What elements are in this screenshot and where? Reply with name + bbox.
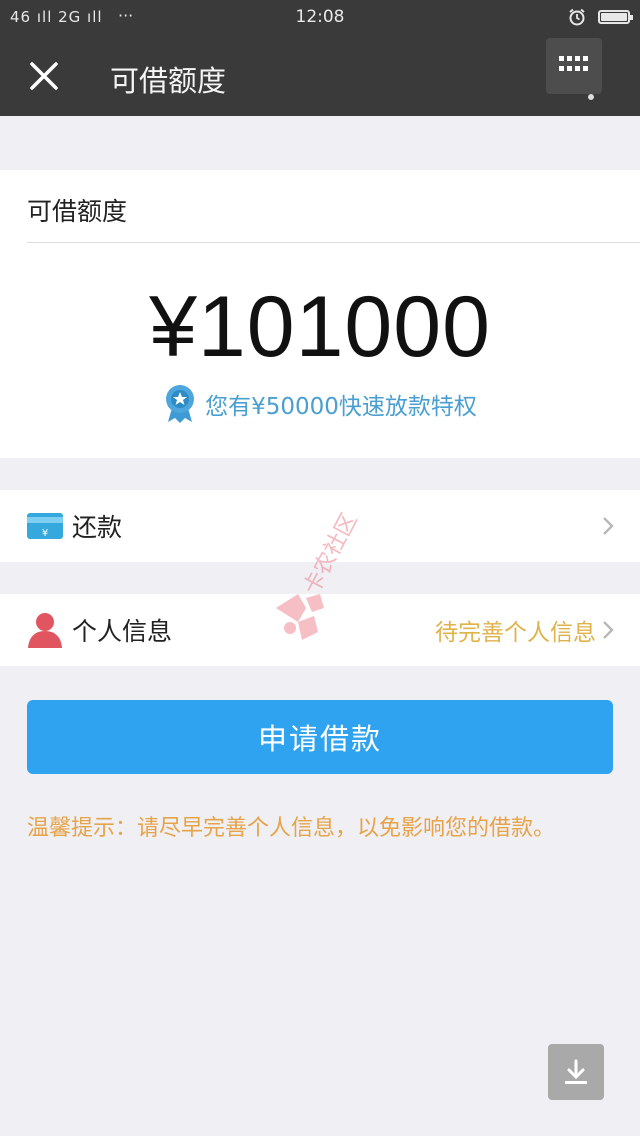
status-time: 12:08 — [295, 7, 345, 27]
status-bar: 46 ıll 2G ıll ··· 12:08 — [0, 0, 640, 36]
nav-bar: 可借额度 — [0, 36, 640, 116]
chevron-right-icon — [602, 619, 616, 641]
medal-badge-icon — [166, 385, 195, 423]
repay-label: 还款 — [72, 513, 123, 542]
download-icon — [565, 1059, 587, 1084]
apply-loan-button[interactable]: 申请借款 — [27, 700, 613, 774]
personal-info-status: 待完善个人信息 — [435, 620, 596, 646]
card-icon: ¥ — [26, 507, 64, 545]
credit-card: 可借额度 ¥101000 您有¥50000快速放款特权 — [0, 170, 640, 458]
status-right — [568, 8, 633, 26]
close-button[interactable] — [22, 54, 66, 98]
close-icon — [30, 62, 58, 90]
repay-row[interactable]: ¥ 还款 — [0, 490, 640, 562]
battery-icon — [598, 10, 633, 24]
personal-info-label: 个人信息 — [72, 617, 173, 646]
page-title: 可借额度 — [110, 64, 227, 98]
personal-info-row[interactable]: 个人信息 待完善个人信息 — [0, 594, 640, 666]
credit-amount: ¥101000 — [149, 279, 491, 375]
grid-menu-icon — [559, 56, 588, 71]
download-button[interactable] — [548, 1044, 604, 1100]
credit-label: 可借额度 — [27, 197, 128, 226]
privilege-text: 您有¥50000快速放款特权 — [205, 394, 477, 420]
svg-text:¥: ¥ — [42, 528, 48, 539]
more-menu-button[interactable] — [546, 38, 602, 100]
alarm-icon — [569, 8, 585, 26]
more-indicator-dot — [588, 94, 594, 100]
chevron-right-icon — [602, 515, 616, 537]
divider — [27, 242, 640, 243]
warm-tip: 温馨提示：请尽早完善个人信息，以免影响您的借款。 — [27, 816, 556, 841]
privilege-note: 您有¥50000快速放款特权 — [0, 384, 640, 424]
person-icon — [26, 611, 64, 649]
